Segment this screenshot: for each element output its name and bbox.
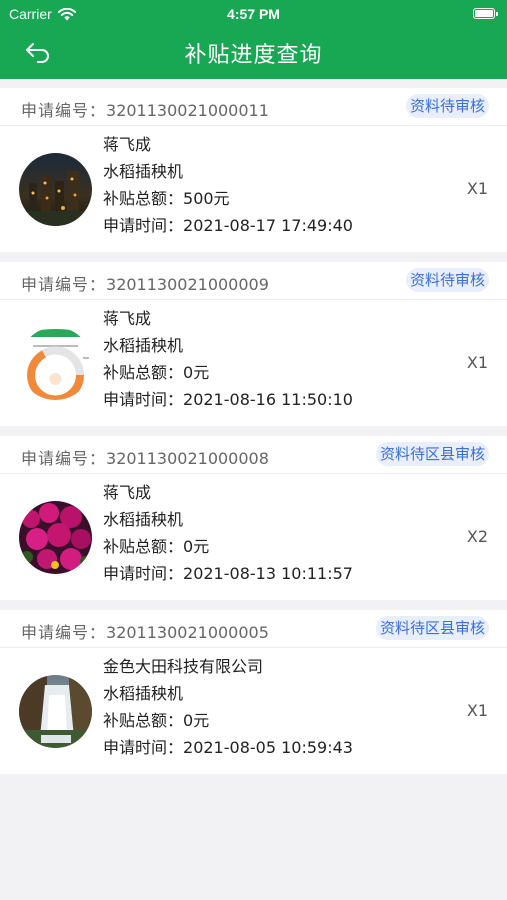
application-info: 金色大田科技有限公司 水稻插秧机 补贴总额：0元 申请时间：2021-08-05… bbox=[103, 653, 353, 761]
flower-field-thumbnail bbox=[19, 501, 92, 574]
gauge-screenshot-thumbnail bbox=[19, 327, 92, 400]
quantity: X1 bbox=[466, 701, 488, 720]
page-title: 补贴进度查询 bbox=[184, 43, 323, 68]
status-time: 4:57 PM bbox=[227, 6, 280, 22]
header-bar: Carrier 4:57 PM 补贴进度查询 bbox=[0, 0, 507, 79]
subsidy-value: 0元 bbox=[183, 363, 210, 382]
quantity: X1 bbox=[466, 179, 488, 198]
status-badge: 资料待区县审核 bbox=[375, 616, 489, 640]
quantity: X2 bbox=[466, 527, 488, 546]
application-number-value: 3201130021000011 bbox=[106, 101, 269, 120]
application-number-value: 3201130021000005 bbox=[106, 623, 269, 642]
subsidy-amount: 补贴总额：500元 bbox=[103, 185, 353, 212]
status-badge: 资料待审核 bbox=[405, 94, 489, 118]
status-badge: 资料待区县审核 bbox=[375, 442, 489, 466]
application-list: 申请编号：3201130021000011 资料待审核 蒋飞成 水稻插秧机 补贴… bbox=[0, 88, 507, 784]
applicant-name: 蒋飞成 bbox=[103, 309, 152, 328]
application-card[interactable]: 申请编号：3201130021000009 资料待审核 蒋飞成 水稻插秧机 补贴… bbox=[0, 262, 507, 426]
machine-name: 水稻插秧机 bbox=[103, 510, 184, 529]
apply-time-value: 2021-08-16 11:50:10 bbox=[183, 390, 353, 409]
machine-name: 水稻插秧机 bbox=[103, 162, 184, 181]
card-body: 蒋飞成 水稻插秧机 补贴总额：0元 申请时间：2021-08-16 11:50:… bbox=[0, 300, 507, 426]
card-header: 申请编号：3201130021000008 资料待区县审核 bbox=[0, 436, 507, 474]
subsidy-label: 补贴总额： bbox=[103, 711, 184, 730]
subsidy-amount: 补贴总额：0元 bbox=[103, 707, 353, 734]
card-header: 申请编号：3201130021000005 资料待区县审核 bbox=[0, 610, 507, 648]
card-header: 申请编号：3201130021000011 资料待审核 bbox=[0, 88, 507, 126]
application-info: 蒋飞成 水稻插秧机 补贴总额：0元 申请时间：2021-08-13 10:11:… bbox=[103, 479, 353, 587]
apply-time: 申请时间：2021-08-17 17:49:40 bbox=[103, 212, 353, 239]
application-number-value: 3201130021000008 bbox=[106, 449, 269, 468]
card-body: 蒋飞成 水稻插秧机 补贴总额：0元 申请时间：2021-08-13 10:11:… bbox=[0, 474, 507, 600]
applicant-name: 金色大田科技有限公司 bbox=[103, 657, 264, 676]
machine-name: 水稻插秧机 bbox=[103, 336, 184, 355]
apply-time-value: 2021-08-05 10:59:43 bbox=[183, 738, 353, 757]
card-body: 蒋飞成 水稻插秧机 补贴总额：500元 申请时间：2021-08-17 17:4… bbox=[0, 126, 507, 252]
subsidy-label: 补贴总额： bbox=[103, 189, 184, 208]
quantity: X1 bbox=[466, 353, 488, 372]
application-number: 申请编号：3201130021000009 bbox=[21, 271, 269, 295]
application-number: 申请编号：3201130021000005 bbox=[21, 619, 269, 643]
apply-time: 申请时间：2021-08-05 10:59:43 bbox=[103, 734, 353, 761]
subsidy-amount: 补贴总额：0元 bbox=[103, 533, 353, 560]
application-info: 蒋飞成 水稻插秧机 补贴总额：500元 申请时间：2021-08-17 17:4… bbox=[103, 131, 353, 239]
status-badge: 资料待审核 bbox=[405, 268, 489, 292]
machine-name: 水稻插秧机 bbox=[103, 684, 184, 703]
application-info: 蒋飞成 水稻插秧机 补贴总额：0元 申请时间：2021-08-16 11:50:… bbox=[103, 305, 353, 413]
subsidy-label: 补贴总额： bbox=[103, 363, 184, 382]
application-number-label: 申请编号： bbox=[21, 101, 107, 120]
subsidy-label: 补贴总额： bbox=[103, 537, 184, 556]
battery-icon bbox=[473, 8, 498, 19]
card-header: 申请编号：3201130021000009 资料待审核 bbox=[0, 262, 507, 300]
application-number-value: 3201130021000009 bbox=[106, 275, 269, 294]
waterfall-thumbnail bbox=[19, 675, 92, 748]
apply-time-label: 申请时间： bbox=[103, 216, 184, 235]
apply-time-value: 2021-08-17 17:49:40 bbox=[183, 216, 353, 235]
subsidy-amount: 补贴总额：0元 bbox=[103, 359, 353, 386]
status-bar: Carrier 4:57 PM bbox=[0, 0, 507, 28]
apply-time: 申请时间：2021-08-13 10:11:57 bbox=[103, 560, 353, 587]
apply-time: 申请时间：2021-08-16 11:50:10 bbox=[103, 386, 353, 413]
subsidy-value: 0元 bbox=[183, 537, 210, 556]
apply-time-label: 申请时间： bbox=[103, 390, 184, 409]
application-card[interactable]: 申请编号：3201130021000011 资料待审核 蒋飞成 水稻插秧机 补贴… bbox=[0, 88, 507, 252]
card-body: 金色大田科技有限公司 水稻插秧机 补贴总额：0元 申请时间：2021-08-05… bbox=[0, 648, 507, 774]
applicant-name: 蒋飞成 bbox=[103, 135, 152, 154]
navigation-bar: 补贴进度查询 bbox=[0, 28, 507, 79]
application-number: 申请编号：3201130021000008 bbox=[21, 445, 269, 469]
apply-time-value: 2021-08-13 10:11:57 bbox=[183, 564, 353, 583]
application-card[interactable]: 申请编号：3201130021000005 资料待区县审核 金色大田科技有限公司… bbox=[0, 610, 507, 774]
subsidy-value: 0元 bbox=[183, 711, 210, 730]
apply-time-label: 申请时间： bbox=[103, 564, 184, 583]
application-card[interactable]: 申请编号：3201130021000008 资料待区县审核 蒋飞成 水稻插秧机 … bbox=[0, 436, 507, 600]
application-number: 申请编号：3201130021000011 bbox=[21, 97, 269, 121]
night-city-thumbnail bbox=[19, 153, 92, 226]
application-number-label: 申请编号： bbox=[21, 623, 107, 642]
applicant-name: 蒋飞成 bbox=[103, 483, 152, 502]
subsidy-value: 500元 bbox=[183, 189, 230, 208]
application-number-label: 申请编号： bbox=[21, 449, 107, 468]
apply-time-label: 申请时间： bbox=[103, 738, 184, 757]
application-number-label: 申请编号： bbox=[21, 275, 107, 294]
